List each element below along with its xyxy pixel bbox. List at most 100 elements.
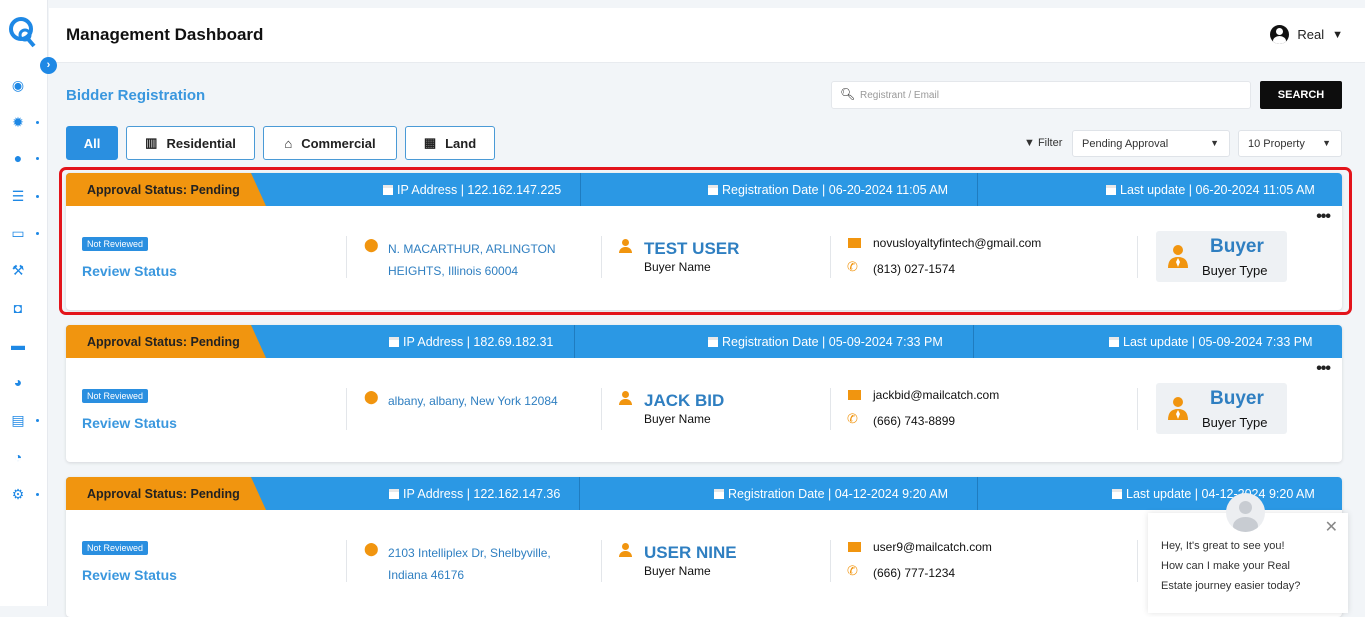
- phone-icon: ✆: [847, 563, 858, 578]
- robot-icon[interactable]: ◘: [10, 300, 26, 316]
- address-line: Indiana 46176: [388, 568, 465, 582]
- divider: [1137, 236, 1138, 278]
- status-select[interactable]: Pending Approval ▼: [1072, 130, 1230, 157]
- expand-dot: [36, 157, 39, 160]
- registration-date: Registration Date | 06-20-2024 11:05 AM: [708, 183, 948, 197]
- chat-message: Hey, It's great to see you!: [1161, 540, 1285, 552]
- chevron-down-icon: ▼: [1210, 138, 1219, 148]
- last-update-text: Last update | 05-09-2024 7:33 PM: [1123, 335, 1313, 349]
- divider: [601, 236, 602, 278]
- close-icon[interactable]: ✕: [1325, 517, 1338, 537]
- gavel-icon[interactable]: ⚒: [10, 262, 26, 278]
- buyer-type-label: Buyer Type: [1202, 415, 1268, 430]
- page-title: Management Dashboard: [66, 25, 264, 44]
- count-select[interactable]: 10 Property ▼: [1238, 130, 1342, 157]
- divider: [579, 477, 580, 510]
- buyer-name-label: Buyer Name: [644, 564, 711, 578]
- chat-icon[interactable]: ◕: [10, 374, 26, 390]
- sidebar-toggle-button[interactable]: ›: [40, 57, 57, 74]
- land-map-icon: ▦: [423, 135, 437, 150]
- last-update-text: Last update | 06-20-2024 11:05 AM: [1120, 183, 1315, 197]
- location-pin-icon: ⬤: [364, 541, 379, 556]
- section-title: Bidder Registration: [66, 87, 206, 104]
- divider: [346, 236, 347, 278]
- cogs-icon[interactable]: ⚙: [10, 486, 26, 502]
- user-menu[interactable]: Real ▼: [1270, 25, 1343, 44]
- divider: [574, 325, 575, 358]
- review-status-link[interactable]: Review Status: [82, 263, 177, 279]
- monitor-icon[interactable]: ▭: [10, 225, 26, 241]
- phone: (666) 743-8899: [873, 414, 956, 428]
- tab-commercial[interactable]: ⌂ Commercial: [263, 126, 397, 160]
- search-button[interactable]: SEARCH: [1260, 81, 1342, 109]
- last-update-text: Last update | 04-12-2024 9:20 AM: [1126, 487, 1315, 501]
- filter-text: Filter: [1037, 137, 1063, 149]
- review-status-link[interactable]: Review Status: [82, 567, 177, 583]
- calendar-icon: [1109, 337, 1119, 347]
- review-status-link[interactable]: Review Status: [82, 415, 177, 431]
- divider: [830, 236, 831, 278]
- calendar-icon: [389, 337, 399, 347]
- settings-icon[interactable]: ✹: [10, 114, 26, 130]
- ip-address: IP Address | 182.69.182.31: [389, 335, 553, 349]
- last-update: Last update | 06-20-2024 11:05 AM: [1106, 183, 1315, 197]
- user-icon: [619, 239, 632, 253]
- address-line: 2103 Intelliplex Dr, Shelbyville,: [388, 546, 551, 560]
- phone: (813) 027-1574: [873, 262, 956, 276]
- search-icon: 🔍︎: [840, 87, 856, 101]
- registration-card: Approval Status: Pending IP Address | 12…: [66, 173, 1342, 310]
- divider: [346, 388, 347, 430]
- card-header: Approval Status: Pending IP Address | 12…: [66, 477, 1342, 510]
- status-select-value: Pending Approval: [1082, 138, 1169, 150]
- registration-date: Registration Date | 04-12-2024 9:20 AM: [714, 487, 948, 501]
- card-header: Approval Status: Pending IP Address | 18…: [66, 325, 1342, 358]
- divider: [580, 173, 581, 206]
- search-input[interactable]: Registrant / Email: [831, 81, 1251, 109]
- tab-all[interactable]: All: [66, 126, 118, 160]
- buyer-type-value: Buyer: [1210, 388, 1264, 409]
- registration-text: Registration Date | 06-20-2024 11:05 AM: [722, 183, 949, 197]
- logo-icon[interactable]: [8, 16, 38, 48]
- top-bar: Management Dashboard Real ▼: [49, 8, 1365, 63]
- chat-message: How can I make your Real: [1161, 560, 1290, 572]
- calendar-icon: [389, 489, 399, 499]
- buyer-icon: [1168, 245, 1188, 268]
- divider: [346, 540, 347, 582]
- list-icon[interactable]: ☰: [10, 188, 26, 204]
- ip-text: IP Address | 122.162.147.225: [397, 183, 562, 197]
- chat-message: Estate journey easier today?: [1161, 580, 1301, 592]
- dashboard-icon[interactable]: ◉: [10, 77, 26, 93]
- address: N. MACARTHUR, ARLINGTON HEIGHTS, Illinois…: [388, 238, 588, 282]
- registration-card: Approval Status: Pending IP Address | 18…: [66, 325, 1342, 462]
- ip-text: IP Address | 122.162.147.36: [403, 487, 561, 501]
- expand-dot: [36, 121, 39, 124]
- expand-dot: [36, 195, 39, 198]
- user-icon: [619, 391, 632, 405]
- review-badge: Not Reviewed: [82, 237, 149, 251]
- caret-down-icon: ▼: [1332, 28, 1343, 41]
- user-icon[interactable]: ●: [10, 150, 26, 166]
- buyer-name: JACK BID: [644, 391, 725, 410]
- email: novusloyaltyfintech@gmail.com: [873, 236, 1042, 250]
- approval-status: Approval Status: Pending: [66, 477, 266, 510]
- id-card-icon[interactable]: ▤: [10, 412, 26, 428]
- registration-text: Registration Date | 04-12-2024 9:20 AM: [728, 487, 949, 501]
- review-badge: Not Reviewed: [82, 541, 149, 555]
- registration-text: Registration Date | 05-09-2024 7:33 PM: [722, 335, 943, 349]
- envelope-icon: [848, 542, 861, 552]
- approval-status: Approval Status: Pending: [66, 173, 266, 206]
- user-name: Real: [1297, 27, 1325, 42]
- briefcase-icon[interactable]: ▬: [10, 337, 26, 353]
- chat-avatar-icon: [1226, 493, 1265, 532]
- analytics-icon[interactable]: ◔: [10, 449, 26, 465]
- email: user9@mailcatch.com: [873, 540, 992, 554]
- calendar-icon: [708, 185, 718, 195]
- divider: [601, 540, 602, 582]
- more-options-icon[interactable]: •••: [1316, 360, 1331, 378]
- tab-residential[interactable]: ▥ Residential: [126, 126, 255, 160]
- address-line: albany, albany, New York 12084: [388, 394, 558, 408]
- more-options-icon[interactable]: •••: [1316, 208, 1331, 226]
- address-line: HEIGHTS, Illinois 60004: [388, 264, 519, 278]
- divider: [830, 540, 831, 582]
- tab-land[interactable]: ▦ Land: [405, 126, 495, 160]
